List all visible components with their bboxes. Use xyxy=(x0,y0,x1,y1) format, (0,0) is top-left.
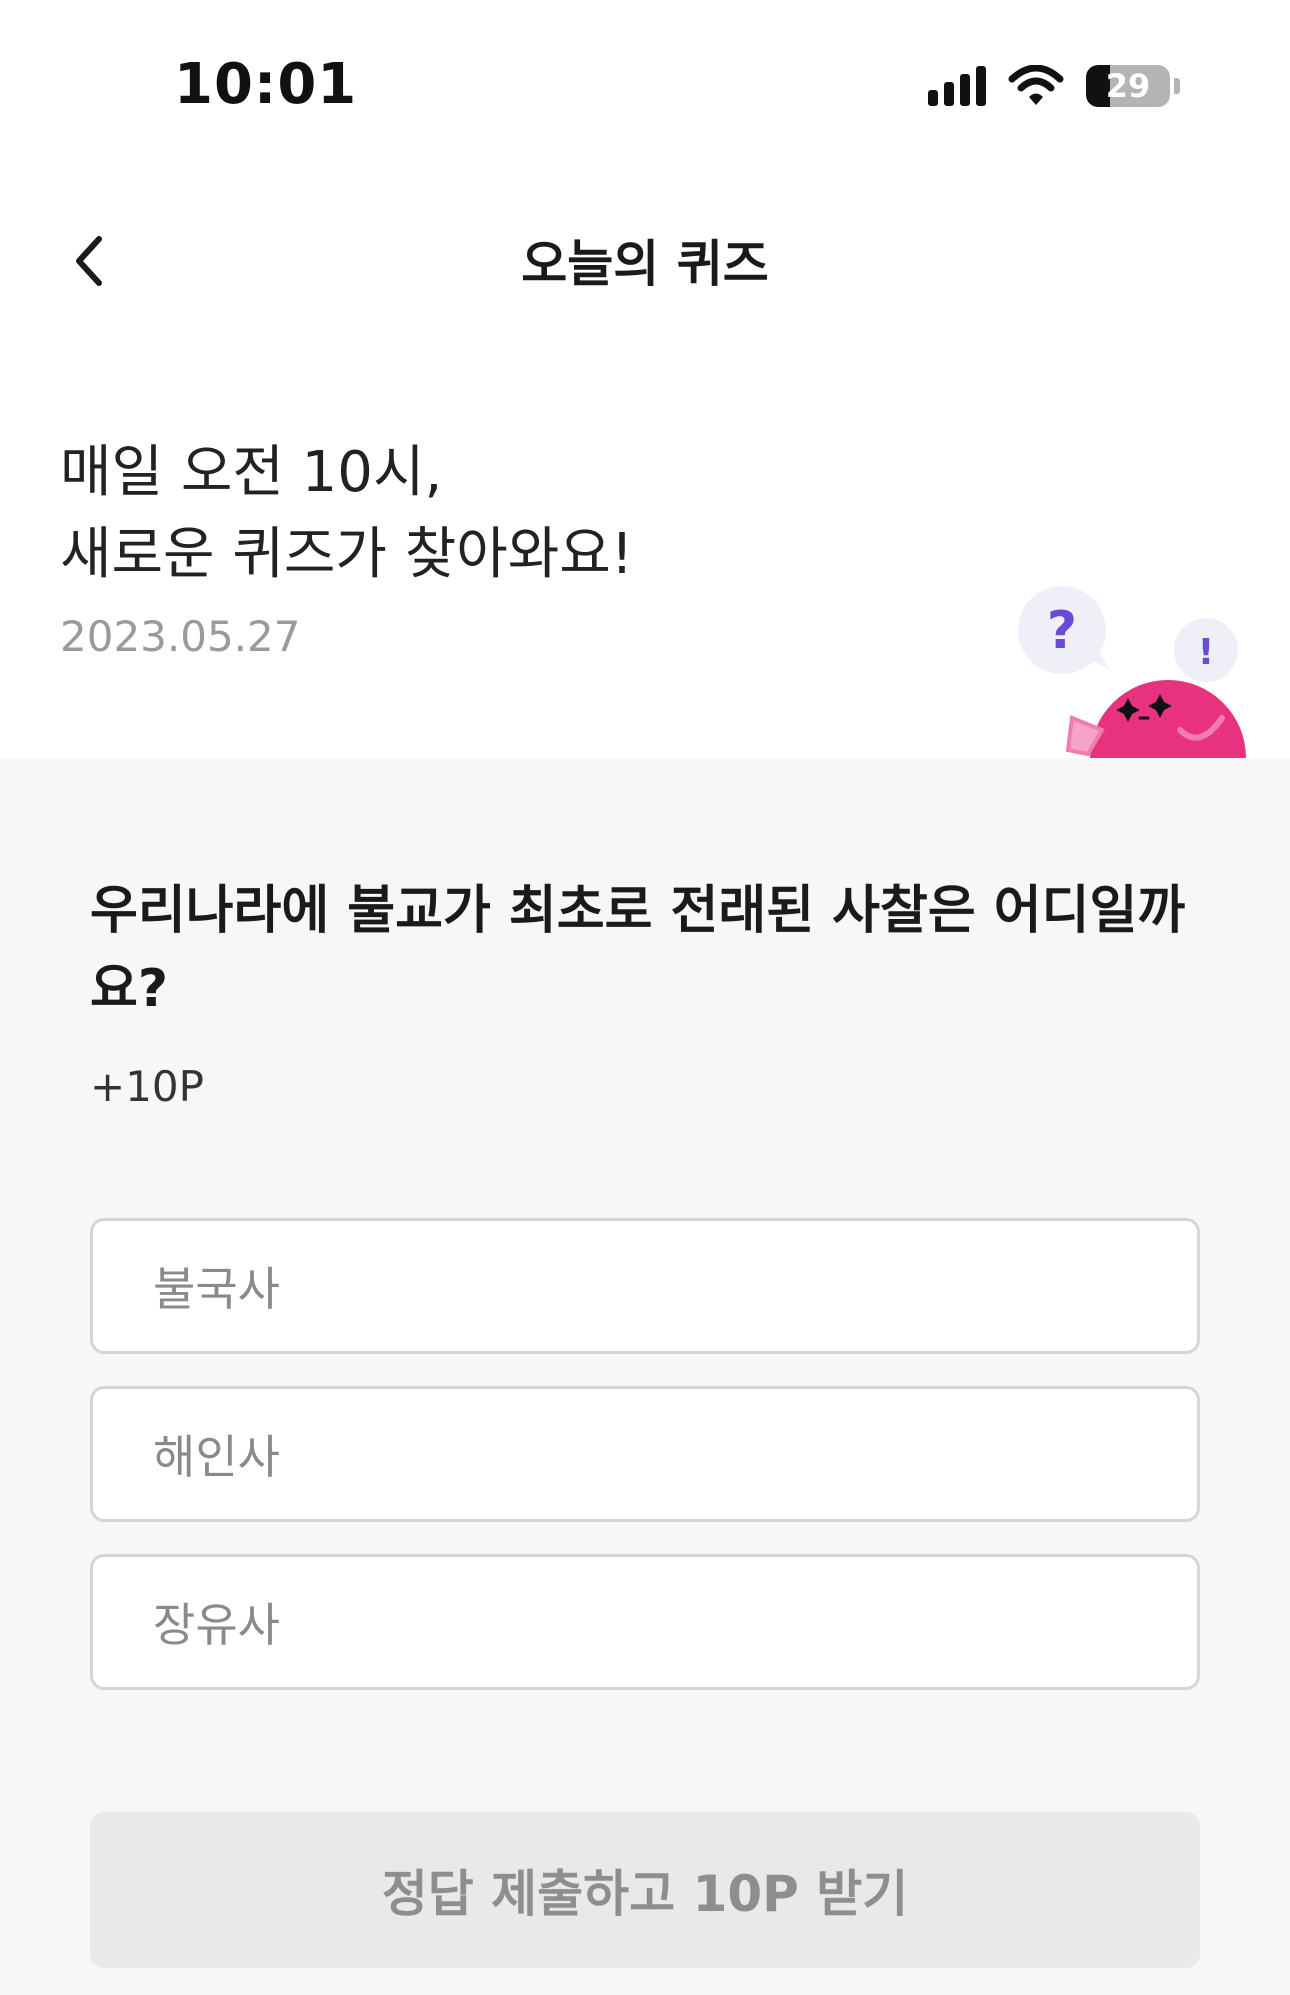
status-bar: 10:01 29 xyxy=(0,0,1290,170)
status-icons: 29 xyxy=(928,62,1180,110)
mascot-illustration: ? ! xyxy=(1018,586,1246,758)
quiz-question: 우리나라에 불교가 최초로 전래된 사찰은 어디일까요? xyxy=(90,881,1186,1019)
battery-icon: 29 xyxy=(1086,65,1170,107)
signal-icon xyxy=(928,66,986,106)
answer-option-label: 장유사 xyxy=(153,1598,280,1652)
exclamation-icon: ! xyxy=(1198,632,1214,673)
nav-bar: 오늘의 퀴즈 xyxy=(0,200,1290,320)
quiz-mascot: ? ! xyxy=(1010,578,1260,758)
quiz-points: +10P xyxy=(90,1062,204,1111)
answer-options: 불국사 해인사 장유사 xyxy=(90,1218,1200,1722)
submit-answer-button[interactable]: 정답 제출하고 10P 받기 xyxy=(90,1812,1200,1968)
answer-option-1[interactable]: 불국사 xyxy=(90,1218,1200,1354)
answer-option-2[interactable]: 해인사 xyxy=(90,1386,1200,1522)
intro-line-1: 매일 오전 10시, xyxy=(60,440,443,505)
intro-block: 매일 오전 10시, 새로운 퀴즈가 찾아와요! 2023.05.27 xyxy=(60,432,633,661)
answer-option-3[interactable]: 장유사 xyxy=(90,1554,1200,1690)
intro-line-2: 새로운 퀴즈가 찾아와요! xyxy=(60,522,634,587)
battery-tip xyxy=(1174,78,1180,94)
quiz-section: 우리나라에 불교가 최초로 전래된 사찰은 어디일까요? +10P 불국사 해인… xyxy=(0,758,1290,1995)
question-mark-icon: ? xyxy=(1047,601,1077,661)
answer-option-label: 해인사 xyxy=(153,1430,280,1484)
page-title: 오늘의 퀴즈 xyxy=(521,235,769,293)
answer-option-label: 불국사 xyxy=(153,1262,280,1316)
wifi-icon xyxy=(1008,65,1064,105)
battery-level: 29 xyxy=(1105,67,1151,105)
status-time: 10:01 xyxy=(174,52,358,117)
quiz-date: 2023.05.27 xyxy=(60,612,301,661)
